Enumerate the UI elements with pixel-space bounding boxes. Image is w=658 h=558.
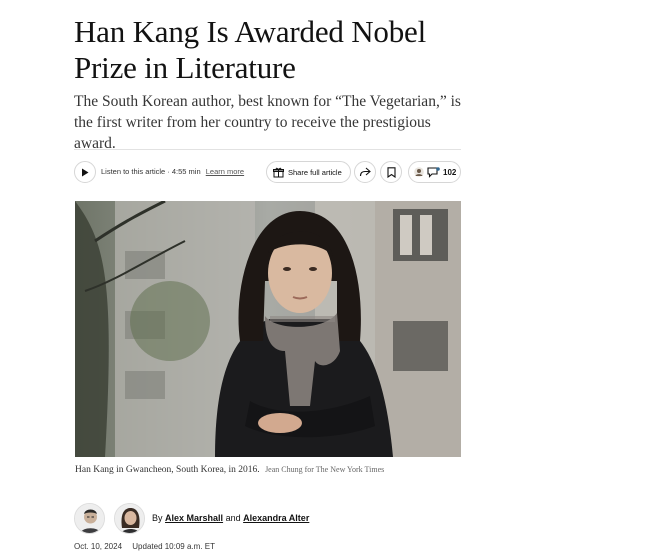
byline-prefix: By: [152, 513, 163, 523]
article-summary: The South Korean author, best known for …: [74, 93, 461, 152]
gift-icon: [273, 167, 284, 177]
author-avatar-1[interactable]: [74, 503, 105, 534]
author-link-1[interactable]: Alex Marshall: [165, 513, 223, 523]
author-photo-2: [115, 504, 144, 533]
listen-label: Listen to this article · 4:55 min: [101, 167, 201, 176]
save-button[interactable]: [380, 161, 402, 183]
share-button[interactable]: [354, 161, 376, 183]
comment-icon: [427, 166, 440, 178]
article-toolbar: Listen to this article · 4:55 min Learn …: [74, 160, 461, 186]
photo-credit: Jean Chung for The New York Times: [265, 465, 385, 474]
photo-image: [75, 201, 461, 457]
published-date: Oct. 10, 2024: [74, 542, 123, 551]
author-avatar-2[interactable]: [114, 503, 145, 534]
share-icon: [359, 167, 371, 177]
divider: [74, 149, 461, 150]
bookmark-icon: [386, 166, 396, 178]
share-full-article-button[interactable]: Share full article: [266, 161, 351, 183]
photo-caption: Han Kang in Gwancheon, South Korea, in 2…: [75, 465, 384, 475]
updated-time: Updated 10:09 a.m. ET: [132, 542, 215, 551]
listen-play-button[interactable]: [74, 161, 96, 183]
listen-info: Listen to this article · 4:55 min Learn …: [101, 167, 244, 176]
byline: By Alex Marshall and Alexandra Alter: [74, 503, 461, 535]
byline-conjunction: and: [225, 513, 241, 523]
author-photo-1: [75, 504, 104, 533]
comments-button[interactable]: 102: [408, 161, 461, 183]
article-headline: Han Kang Is Awarded Nobel Prize in Liter…: [74, 14, 426, 85]
caption-text: Han Kang in Gwancheon, South Korea, in 2…: [75, 465, 260, 475]
article-photo: [75, 201, 461, 457]
commenter-avatar: [414, 167, 424, 177]
play-icon: [82, 168, 89, 176]
learn-more-link[interactable]: Learn more: [206, 167, 244, 176]
author-link-2[interactable]: Alexandra Alter: [243, 513, 309, 523]
comment-count: 102: [443, 167, 457, 177]
byline-text: By Alex Marshall and Alexandra Alter: [152, 513, 309, 523]
article-dates: Oct. 10, 2024 Updated 10:09 a.m. ET: [74, 542, 215, 551]
share-full-article-label: Share full article: [288, 167, 342, 177]
